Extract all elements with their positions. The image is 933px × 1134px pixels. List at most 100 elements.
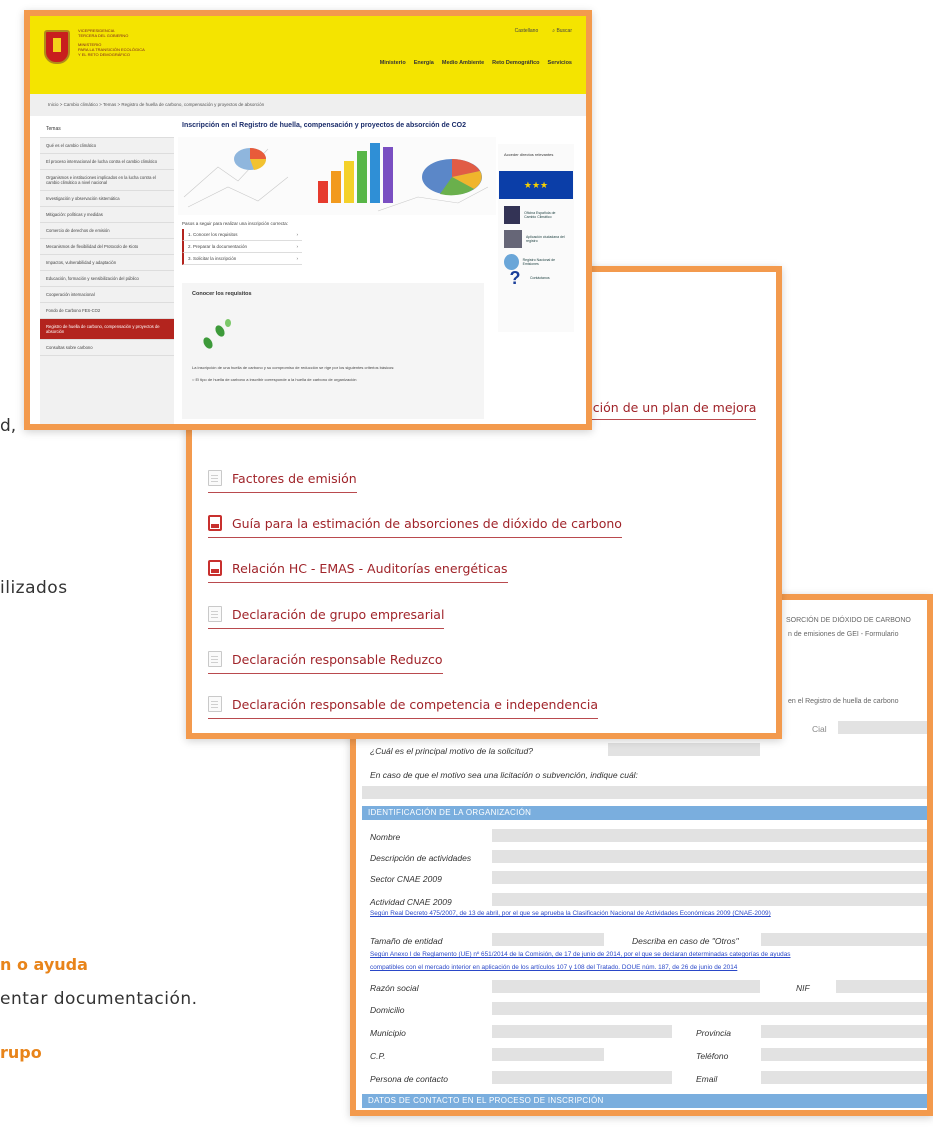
slide-text-fragment: ilizados — [0, 578, 68, 598]
nav-servicios[interactable]: Servicios — [548, 60, 572, 66]
section-band-organization: IDENTIFICACIÓN DE LA ORGANIZACIÓN — [362, 806, 927, 820]
eu-flag-icon[interactable]: ★★★ — [499, 171, 573, 199]
right-link[interactable]: Aplicación ciudadana del registro — [498, 227, 574, 251]
breadcrumb[interactable]: Inicio > Cambio climático > Temas > Regi… — [30, 94, 586, 116]
cial-label: Cial — [812, 724, 827, 734]
chevron-right-icon: › — [296, 232, 299, 237]
doc-link-label: Declaración de grupo empresarial — [232, 606, 445, 622]
requirements-box: Conocer los requisitos La inscripción de… — [182, 283, 484, 419]
doc-link-mejora[interactable]: ración de un plan de mejora — [580, 400, 757, 420]
slide-heading-fragment: n o ayuda — [0, 955, 88, 974]
cp-field[interactable] — [492, 1048, 604, 1061]
form-header-subtitle: n de emisiones de GEI - Formulario — [788, 631, 899, 638]
step-item[interactable]: 2. Preparar la documentación › — [182, 241, 302, 253]
sidebar-item[interactable]: Qué es el cambio climático — [40, 138, 174, 154]
tamano-field[interactable] — [492, 933, 604, 946]
cnae-link[interactable]: Según Real Decreto 475/2007, de 13 de ab… — [370, 910, 771, 917]
sidebar-item[interactable]: Educación, formación y sensibilización d… — [40, 271, 174, 287]
nif-field[interactable] — [836, 980, 927, 993]
sidebar-item[interactable]: Fondo de Carbono FES-CO2 — [40, 303, 174, 319]
search-link[interactable]: ⌕ Buscar — [552, 28, 572, 34]
slide-text-fragment: d, — [0, 416, 17, 436]
descripcion-field[interactable] — [492, 850, 927, 863]
sidebar-title: Temas — [40, 120, 174, 138]
licitacion-label: En caso de que el motivo sea una licitac… — [370, 770, 638, 780]
actividad-field[interactable] — [492, 893, 927, 906]
cp-label: C.P. — [370, 1051, 386, 1061]
razon-field[interactable] — [492, 980, 760, 993]
doc-link-reduzco[interactable]: Declaración responsable Reduzco — [208, 651, 443, 674]
contacto-field[interactable] — [492, 1071, 672, 1084]
requirements-title: Conocer los requisitos — [192, 291, 252, 297]
sidebar-item[interactable]: Impactos, vulnerabilidad y adaptación — [40, 255, 174, 271]
doc-link-factores[interactable]: Factores de emisión — [208, 470, 357, 493]
thumbnail-image — [504, 230, 522, 248]
requirements-text: La inscripción de una huella de carbono … — [192, 365, 472, 383]
sidebar-item[interactable]: Comercio de derechos de emisión — [40, 223, 174, 239]
sidebar-item[interactable]: Cooperación internacional — [40, 287, 174, 303]
right-column-heading: Acceder directos relevantes — [504, 152, 554, 157]
sidebar-item[interactable]: Mitigación: políticas y medidas — [40, 207, 174, 223]
provincia-label: Provincia — [696, 1028, 731, 1038]
nav-reto-demografico[interactable]: Reto Demográfico — [492, 60, 539, 66]
sector-field[interactable] — [492, 871, 927, 884]
reglamento-link-cont[interactable]: compatibles con el mercado interior en a… — [370, 964, 737, 971]
nav-ministerio[interactable]: Ministerio — [380, 60, 406, 66]
hero-illustration — [178, 137, 496, 215]
right-link-label: Aplicación ciudadana del registro — [525, 235, 565, 243]
pdf-icon — [208, 560, 222, 576]
reglamento-link[interactable]: Según Anexo I de Reglamento (UE) nº 651/… — [370, 951, 791, 958]
sidebar-item-active[interactable]: Registro de huella de carbono, compensac… — [40, 319, 174, 340]
step-item[interactable]: 3. Solicitar la inscripción › — [182, 253, 302, 265]
form-header-note: en el Registro de huella de carbono — [788, 698, 899, 705]
sidebar-item[interactable]: Consultas sobre carbono — [40, 340, 174, 356]
document-icon — [208, 606, 222, 622]
doc-link-grupo-empresarial[interactable]: Declaración de grupo empresarial — [208, 606, 445, 629]
document-icon — [208, 651, 222, 667]
otros-label: Describa en caso de "Otros" — [632, 936, 739, 946]
language-selector[interactable]: Castellano — [515, 28, 539, 34]
sidebar-item[interactable]: Investigación y observación sistemática — [40, 191, 174, 207]
cial-field[interactable] — [838, 721, 927, 734]
telefono-label: Teléfono — [696, 1051, 729, 1061]
search-label: Buscar — [556, 28, 572, 34]
question-icon: ? — [509, 268, 521, 288]
motivo-field[interactable] — [608, 743, 760, 756]
right-link[interactable]: ? Contáctanos — [498, 268, 574, 288]
telefono-field[interactable] — [761, 1048, 927, 1061]
top-links: Castellano ⌕ Buscar — [515, 28, 572, 34]
municipio-field[interactable] — [492, 1025, 672, 1038]
nav-energia[interactable]: Energía — [414, 60, 434, 66]
domicilio-field[interactable] — [492, 1002, 927, 1015]
step-item[interactable]: 1. Conocer los requisitos › — [182, 229, 302, 241]
doc-link-label: Declaración responsable de competencia e… — [232, 696, 599, 712]
nif-label: NIF — [796, 983, 810, 993]
domicilio-label: Domicilio — [370, 1005, 405, 1015]
licitacion-field[interactable] — [362, 786, 927, 799]
doc-link-label: Declaración responsable Reduzco — [232, 651, 443, 667]
otros-field[interactable] — [761, 933, 927, 946]
doc-link-guia-absorciones[interactable]: Guía para la estimación de absorciones d… — [208, 515, 622, 538]
motivo-label: ¿Cuál es el principal motivo de la solic… — [370, 746, 533, 756]
doc-link-relacion-emas[interactable]: Relación HC - EMAS - Auditorías energéti… — [208, 560, 508, 583]
nombre-field[interactable] — [492, 829, 927, 842]
nav-medio-ambiente[interactable]: Medio Ambiente — [442, 60, 484, 66]
requirements-paragraph: La inscripción de una huella de carbono … — [192, 365, 395, 370]
email-field[interactable] — [761, 1071, 927, 1084]
slide-canvas: d, ilizados n o ayuda entar documentació… — [0, 0, 933, 1134]
gov-line: Y EL RETO DEMOGRÁFICO — [78, 52, 130, 57]
descripcion-label: Descripción de actividades — [370, 853, 472, 863]
municipio-label: Municipio — [370, 1028, 406, 1038]
doc-link-competencia[interactable]: Declaración responsable de competencia e… — [208, 696, 599, 719]
sidebar-item[interactable]: Mecanismos de flexibilidad del Protocolo… — [40, 239, 174, 255]
step-label: 2. Preparar la documentación — [188, 244, 248, 249]
provincia-field[interactable] — [761, 1025, 927, 1038]
gov-line: TERCERA DEL GOBIERNO — [78, 33, 129, 38]
right-link-label: Oficina Española de Cambio Climático — [524, 211, 556, 219]
sidebar-item[interactable]: Organismos e instituciones implicados en… — [40, 170, 174, 191]
slide-heading-fragment: rupo — [0, 1043, 42, 1062]
sidebar-item[interactable]: El proceso internacional de lucha contra… — [40, 154, 174, 170]
right-link[interactable]: Oficina Española de Cambio Climático — [498, 203, 574, 227]
right-column: Acceder directos relevantes ★★★ Oficina … — [498, 144, 574, 332]
coat-of-arms-icon — [44, 30, 70, 64]
